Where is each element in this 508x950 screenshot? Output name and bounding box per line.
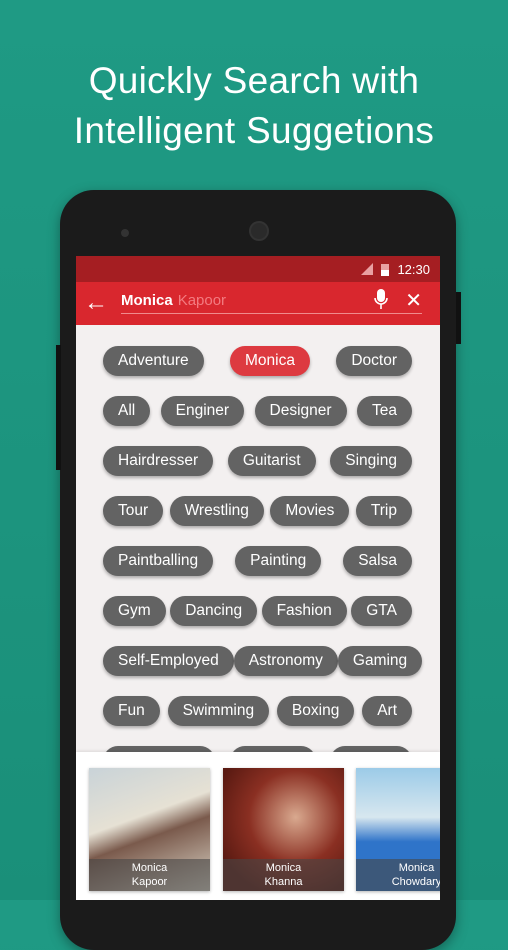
signal-icon xyxy=(361,263,374,275)
tag-row: Hairdresser Guitarist Singing xyxy=(76,446,440,476)
search-input[interactable]: Monica Kapoor ✕ xyxy=(121,288,422,314)
tag-chip[interactable]: Adventure xyxy=(103,346,204,376)
tag-chip[interactable]: Tea xyxy=(356,396,412,426)
result-card[interactable]: Monica Chowdary xyxy=(356,768,440,891)
power-button xyxy=(456,292,461,344)
screen: 12:30 ← Monica Kapoor ✕ Adventure Monica D… xyxy=(76,256,440,900)
tag-chip[interactable]: Dancing xyxy=(170,596,258,626)
tag-chip[interactable]: Salsa xyxy=(343,546,412,576)
tag-chip[interactable]: Hairdresser xyxy=(103,446,214,476)
camera xyxy=(121,229,129,237)
tag-chip[interactable]: GTA xyxy=(351,596,412,626)
tag-chip[interactable]: Swimming xyxy=(167,696,270,726)
tag-row: Fun Swimming Boxing Art xyxy=(76,696,440,726)
tag-chip[interactable]: Astronomy xyxy=(233,646,338,676)
tag-chip[interactable]: All xyxy=(103,396,151,426)
headline: Quickly Search with Intelligent Suggetio… xyxy=(0,56,508,156)
result-name: Monica Kapoor xyxy=(89,859,210,891)
tag-row: Gym Dancing Fashion GTA xyxy=(76,596,440,626)
tag-chip[interactable]: Wrestling xyxy=(169,496,264,526)
result-name: Monica Khanna xyxy=(223,859,344,891)
tag-row: Self-Employed Astronomy Gaming xyxy=(76,646,440,676)
tag-chip[interactable]: Singing xyxy=(330,446,412,476)
tag-chip[interactable]: Paintballing xyxy=(103,546,214,576)
speaker xyxy=(249,221,269,241)
headline-line-1: Quickly Search with xyxy=(88,60,420,101)
tag-chip[interactable]: Designer xyxy=(254,396,347,426)
search-toolbar: ← Monica Kapoor ✕ xyxy=(76,282,440,325)
tag-chip[interactable]: Boxing xyxy=(276,696,355,726)
tag-chip[interactable]: Gym xyxy=(103,596,166,626)
tag-chip[interactable]: Fashion xyxy=(261,596,347,626)
close-icon[interactable]: ✕ xyxy=(405,288,422,313)
status-bar: 12:30 xyxy=(76,256,440,282)
battery-icon xyxy=(381,263,390,276)
tag-chip[interactable]: Self-Employed xyxy=(103,646,234,676)
results-panel: Monica Kapoor Monica Khanna Monica Chowdary xyxy=(76,752,440,900)
tag-chip[interactable]: Movies xyxy=(270,496,350,526)
tag-chip[interactable]: Trip xyxy=(355,496,412,526)
tag-chip[interactable]: Fun xyxy=(103,696,160,726)
tag-chip[interactable]: Monica xyxy=(230,346,310,376)
tag-row: Adventure Monica Doctor xyxy=(76,346,440,376)
tag-cloud: Adventure Monica Doctor All Enginer Designer T… xyxy=(76,346,440,796)
tag-chip[interactable]: Art xyxy=(362,696,412,726)
tag-chip[interactable]: Guitarist xyxy=(227,446,316,476)
volume-button xyxy=(56,345,61,470)
tag-chip[interactable]: Doctor xyxy=(336,346,412,376)
clock: 12:30 xyxy=(397,261,430,277)
search-suggestion: Kapoor xyxy=(177,292,227,309)
result-card[interactable]: Monica Khanna xyxy=(223,768,344,891)
tag-row: All Enginer Designer Tea xyxy=(76,396,440,426)
tag-chip[interactable]: Gaming xyxy=(337,646,423,676)
mic-icon[interactable] xyxy=(374,288,388,310)
tag-row: Paintballing Painting Salsa xyxy=(76,546,440,576)
tag-chip[interactable]: Tour xyxy=(103,496,164,526)
tag-row: Tour Wrestling Movies Trip xyxy=(76,496,440,526)
result-card[interactable]: Monica Kapoor xyxy=(89,768,210,891)
tag-chip[interactable]: Painting xyxy=(235,546,322,576)
tag-chip[interactable]: Enginer xyxy=(160,396,245,426)
back-arrow-icon[interactable]: ← xyxy=(84,291,108,315)
result-name: Monica Chowdary xyxy=(356,859,440,891)
headline-line-2: Intelligent Suggetions xyxy=(73,110,435,151)
search-query: Monica xyxy=(121,292,173,309)
